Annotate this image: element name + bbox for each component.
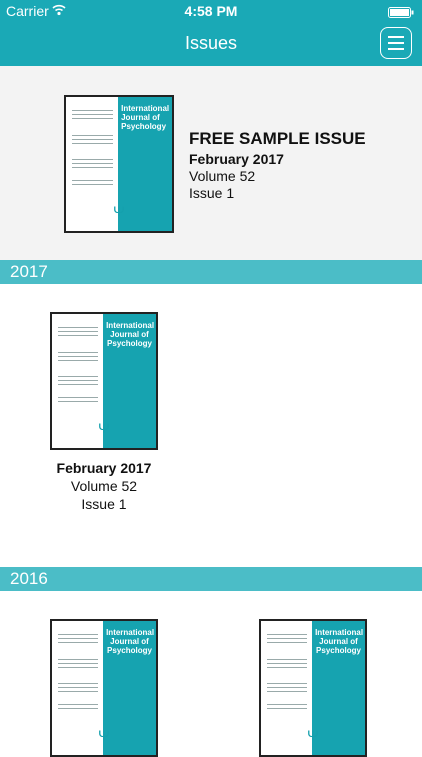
navigation-bar: Issues <box>0 22 422 66</box>
section-header-2017: 2017 <box>0 260 422 284</box>
status-bar: Carrier 4:58 PM <box>0 0 422 22</box>
page-title: Issues <box>184 33 238 53</box>
free-sample-label: FREE SAMPLE ISSUE <box>189 129 366 148</box>
featured-issue-details: FREE SAMPLE ISSUE February 2017 Volume 5… <box>189 129 366 201</box>
battery-icon <box>388 5 414 21</box>
publisher-logo-icon: Ψ <box>113 203 125 220</box>
issue-card[interactable]: International Journal of Psychology Ψ Fe… <box>24 312 184 512</box>
issue-volume: Volume 52 <box>70 478 138 494</box>
menu-button[interactable] <box>380 27 412 59</box>
issue-cover[interactable]: International Journal of Psychology Ψ <box>50 619 158 757</box>
cover-journal-title: International Journal of Psychology <box>315 627 364 655</box>
publisher-logo-icon: Ψ <box>307 727 319 744</box>
publisher-logo-icon: Ψ <box>98 727 110 744</box>
issue-cover[interactable]: International Journal of Psychology Ψ <box>259 619 367 757</box>
issue-cover[interactable]: International Journal of Psychology Ψ <box>50 312 158 450</box>
cover-journal-title: International Journal of Psychology <box>121 103 170 131</box>
issue-card[interactable]: International Journal of Psychology Ψ <box>24 619 184 757</box>
issue-cover[interactable]: International Journal of Psychology Ψ <box>64 95 174 233</box>
publisher-logo-icon: Ψ <box>98 420 110 437</box>
section-year: 2016 <box>10 569 48 588</box>
status-time: 4:58 PM <box>184 3 238 19</box>
issue-volume: Volume 52 <box>189 168 256 184</box>
section-year: 2017 <box>10 262 48 281</box>
cover-journal-title: International Journal of Psychology <box>106 320 155 348</box>
issue-date: February 2017 <box>189 151 284 167</box>
featured-issue[interactable]: International Journal of Psychology Ψ FR… <box>0 66 422 261</box>
issue-number: Issue 1 <box>189 185 235 201</box>
issue-date: February 2017 <box>56 460 152 476</box>
issue-number: Issue 1 <box>81 496 127 512</box>
issue-card[interactable]: International Journal of Psychology Ψ <box>233 619 393 757</box>
section-header-2016: 2016 <box>0 567 422 591</box>
cover-journal-title: International Journal of Psychology <box>106 627 155 655</box>
